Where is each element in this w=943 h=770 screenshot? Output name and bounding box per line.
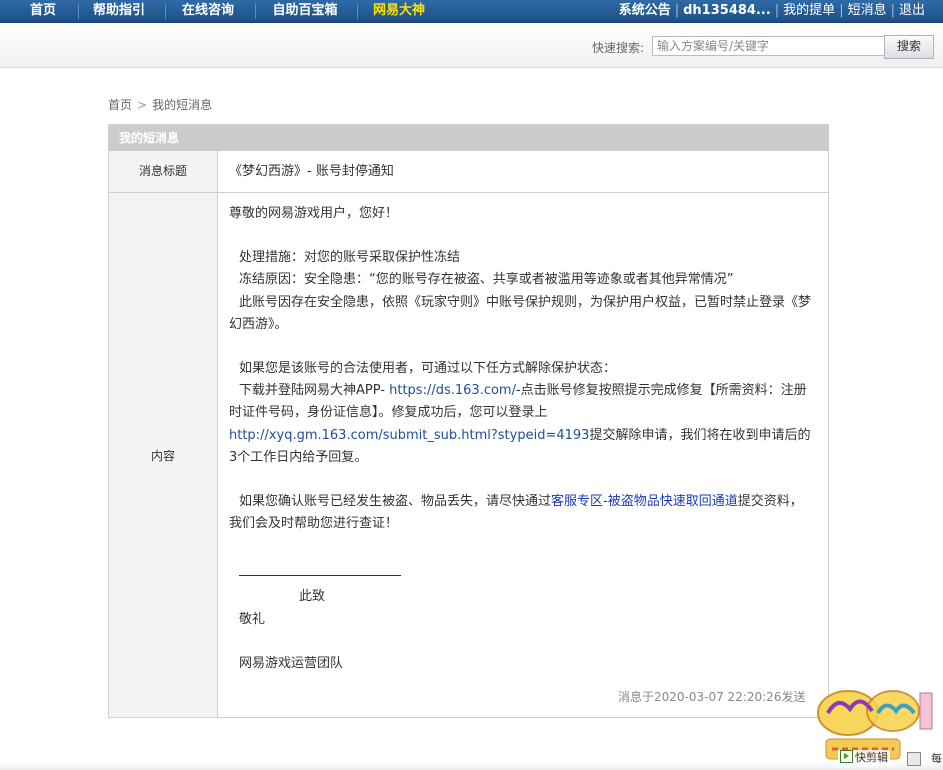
username[interactable]: dh135484...	[683, 3, 771, 18]
nav-self-service[interactable]: 自助百宝箱	[264, 0, 346, 22]
pipe-separator: |	[890, 3, 895, 18]
announcement-link[interactable]: 系统公告	[619, 3, 671, 18]
nav-separator	[165, 3, 166, 19]
content-label-cell: 内容	[109, 193, 218, 717]
breadcrumb: 首页 > 我的短消息	[108, 96, 212, 113]
message-timestamp: 消息于2020-03-07 22:20:26发送	[618, 690, 806, 704]
subject-label: 消息标题	[109, 151, 218, 192]
measure-line: 处理措施：对您的账号采取保护性冻结	[239, 250, 461, 266]
nav-separator	[78, 3, 79, 19]
content-label: 内容	[150, 449, 175, 463]
breadcrumb-home[interactable]: 首页	[108, 98, 132, 112]
nav-help-guide[interactable]: 帮助指引	[86, 0, 152, 22]
logout-link[interactable]: 退出	[899, 3, 925, 18]
my-tickets-link[interactable]: 我的提单	[783, 3, 835, 18]
bottom-right-text: 每	[931, 752, 942, 765]
closing-line-2: 敬礼	[239, 611, 266, 627]
submit-link[interactable]: http://xyq.gm.163.com/submit_sub.html?st…	[229, 428, 589, 443]
signature: 网易游戏运营团队	[239, 655, 344, 671]
stolen-text: 如果您确认账号已经发生被盗、物品丢失，请尽快通过	[239, 494, 552, 510]
greeting: 尊敬的网易游戏用户，您好！	[229, 206, 399, 221]
bottom-strip	[0, 748, 943, 770]
user-links: 系统公告 | dh135484... | 我的提单 | 短消息 | 退出	[619, 0, 925, 22]
signature-divider	[239, 575, 401, 577]
download-text: 下载并登陆网易大神APP-	[239, 383, 385, 399]
breadcrumb-separator: >	[137, 98, 148, 112]
nav-separator	[255, 3, 256, 19]
pipe-separator: |	[674, 3, 680, 18]
window-icon[interactable]	[907, 752, 921, 766]
nav-separator	[357, 3, 358, 19]
clip-button[interactable]: 快剪辑	[838, 750, 890, 766]
messages-link[interactable]: 短消息	[848, 3, 887, 18]
reason-line: 冻结原因：安全隐患：“您的账号存在被盗、共享或者被滥用等迹象或者其他异常情况”	[239, 272, 734, 288]
search-label: 快速搜索:	[592, 41, 645, 55]
subject-row: 消息标题 《梦幻西游》- 账号封停通知	[109, 151, 828, 193]
breadcrumb-current: 我的短消息	[152, 98, 213, 112]
nav-home[interactable]: 首页	[14, 0, 72, 22]
nav-netease-dashen[interactable]: 网易大神	[366, 0, 432, 22]
pipe-separator: |	[839, 3, 844, 18]
stolen-paragraph: 如果您确认账号已经发生被盗、物品丢失，请尽快通过客服专区-被盗物品快速取回通道提…	[229, 491, 814, 535]
search-input[interactable]	[652, 36, 886, 56]
closing-line-1: 此致	[299, 589, 326, 605]
download-paragraph: 下载并登陆网易大神APP- https://ds.163.com/-点击账号修复…	[229, 380, 814, 469]
play-icon	[840, 750, 853, 763]
nav-online-consult[interactable]: 在线咨询	[174, 0, 242, 22]
legit-intro: 如果您是该账号的合法使用者，可通过以下任方式解除保护状态：	[239, 361, 617, 377]
dashen-link[interactable]: https://ds.163.com/	[389, 383, 516, 398]
message-panel: 我的短消息 消息标题 《梦幻西游》- 账号封停通知 内容 尊敬的网易游戏用户，您…	[108, 124, 829, 718]
pipe-separator: |	[774, 3, 780, 18]
search-bar: 快速搜索: 搜索	[0, 23, 943, 68]
recovery-channel-link[interactable]: 客服专区-被盗物品快速取回通道	[551, 494, 738, 509]
subject-value: 《梦幻西游》- 账号封停通知	[229, 164, 394, 179]
panel-title: 我的短消息	[109, 125, 828, 151]
top-nav: 首页 帮助指引 在线咨询 自助百宝箱 网易大神 系统公告 | dh135484...…	[0, 0, 943, 23]
message-body: 尊敬的网易游戏用户，您好！ 处理措施：对您的账号采取保护性冻结 冻结原因：安全隐…	[229, 203, 814, 675]
rule-line: 此账号因存在安全隐患，依照《玩家守则》中账号保护规则，为保护用户权益，已暂时禁止…	[229, 294, 812, 332]
search-button[interactable]: 搜索	[884, 35, 934, 59]
